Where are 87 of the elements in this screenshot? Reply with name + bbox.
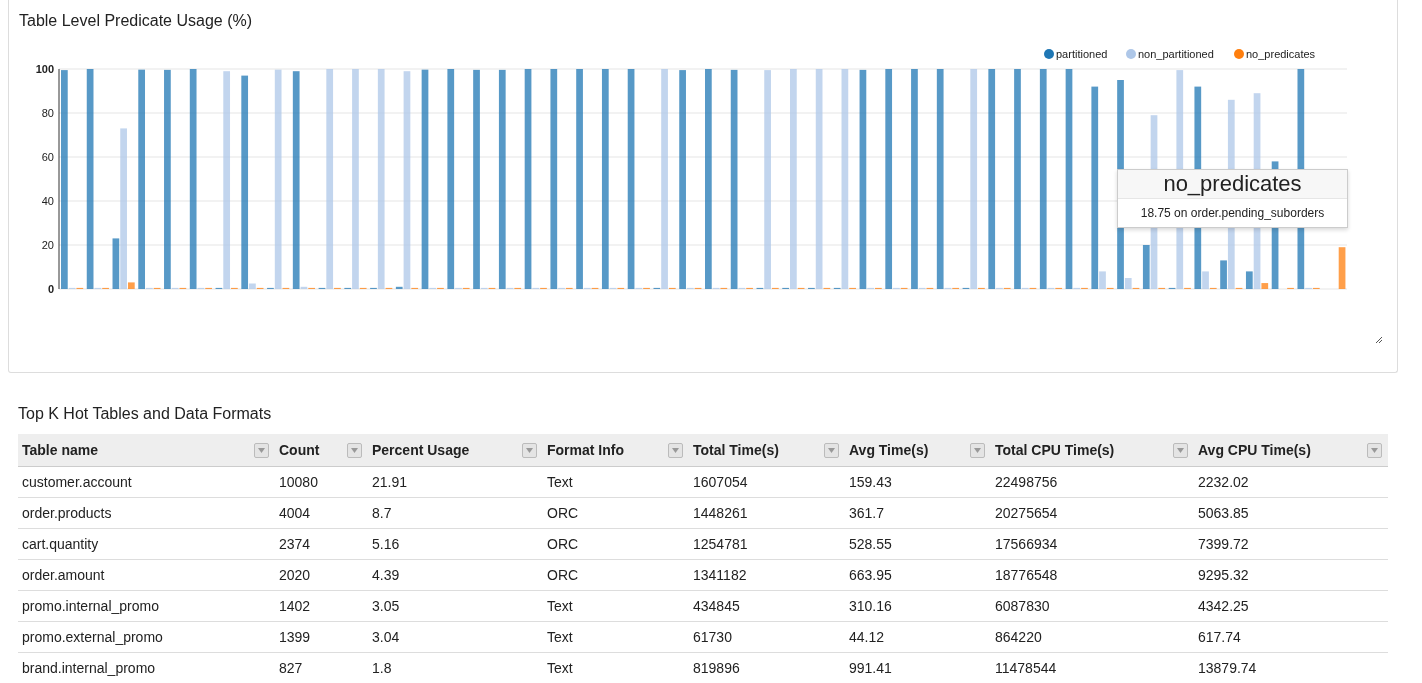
filter-icon[interactable]	[824, 442, 839, 458]
table-cell: Text	[543, 467, 689, 498]
table-cell: Text	[543, 622, 689, 653]
table-cell: 4004	[275, 498, 368, 529]
table-title: Top K Hot Tables and Data Formats	[18, 404, 273, 424]
table-cell: 159.43	[845, 467, 991, 498]
table-cell: 2374	[275, 529, 368, 560]
table-cell: 819896	[689, 653, 845, 683]
filter-icon[interactable]	[254, 442, 269, 458]
table-cell: 528.55	[845, 529, 991, 560]
table-cell: 44.12	[845, 622, 991, 653]
table-cell: 1402	[275, 591, 368, 622]
y-tick-label: 20	[41, 239, 54, 251]
table-cell: 8.7	[368, 498, 543, 529]
table-cell: 17566934	[991, 529, 1194, 560]
table-cell: 7399.72	[1194, 529, 1388, 560]
table-cell: 10080	[275, 467, 368, 498]
table-cell: 1254781	[689, 529, 845, 560]
y-tick-label: 60	[41, 151, 54, 163]
table-cell: 2020	[275, 560, 368, 591]
table-cell: 4.39	[368, 560, 543, 591]
y-tick-label: 80	[41, 107, 54, 119]
table-cell: 22498756	[991, 467, 1194, 498]
table-cell: 1607054	[689, 467, 845, 498]
table-cell: ORC	[543, 560, 689, 591]
table-cell: ORC	[543, 498, 689, 529]
table-cell: 2232.02	[1194, 467, 1388, 498]
y-tick-label: 40	[41, 195, 54, 207]
filter-icon[interactable]	[668, 442, 683, 458]
filter-icon[interactable]	[1173, 442, 1188, 458]
tooltip-title: no_predicates	[1118, 170, 1347, 199]
table-cell: promo.external_promo	[18, 622, 275, 653]
column-header[interactable]: Format Info	[543, 434, 689, 467]
filter-icon[interactable]	[347, 442, 362, 458]
table-cell: 1341182	[689, 560, 845, 591]
column-header[interactable]: Total Time(s)	[689, 434, 845, 467]
table-cell: 1.8	[368, 653, 543, 683]
table-cell: 6087830	[991, 591, 1194, 622]
table-cell: 434845	[689, 591, 845, 622]
filter-icon[interactable]	[970, 442, 985, 458]
filter-icon[interactable]	[522, 442, 537, 458]
column-header[interactable]: Avg CPU Time(s)	[1194, 434, 1388, 467]
table-cell: brand.internal_promo	[18, 653, 275, 683]
table-cell: Text	[543, 591, 689, 622]
column-header[interactable]: Total CPU Time(s)	[991, 434, 1194, 467]
legend-item[interactable]: non_partitioned	[1126, 48, 1214, 60]
table-cell: 617.74	[1194, 622, 1388, 653]
table-cell: 5.16	[368, 529, 543, 560]
table-cell: Text	[543, 653, 689, 683]
table-cell: order.amount	[18, 560, 275, 591]
table-cell: 663.95	[845, 560, 991, 591]
table-cell: 3.04	[368, 622, 543, 653]
table-cell: customer.account	[18, 467, 275, 498]
table-cell: 21.91	[368, 467, 543, 498]
table-cell: 310.16	[845, 591, 991, 622]
table-cell: 61730	[689, 622, 845, 653]
table-cell: 13879.74	[1194, 653, 1388, 683]
column-header[interactable]: Avg Time(s)	[845, 434, 991, 467]
chart-title: Table Level Predicate Usage (%)	[19, 11, 253, 31]
column-header[interactable]: Count	[275, 434, 368, 467]
column-header[interactable]: Percent Usage	[368, 434, 543, 467]
table-cell: 827	[275, 653, 368, 683]
tooltip-text: 18.75 on order.pending_suborders	[1139, 205, 1326, 222]
table-cell: 1399	[275, 622, 368, 653]
resize-handle-icon[interactable]	[1375, 336, 1383, 344]
legend-item[interactable]: partitioned	[1044, 48, 1108, 60]
table-cell: 991.41	[845, 653, 991, 683]
table-cell: 5063.85	[1194, 498, 1388, 529]
table-cell: promo.internal_promo	[18, 591, 275, 622]
y-tick-label: 0	[47, 283, 54, 295]
table-cell: 864220	[991, 622, 1194, 653]
legend-label: partitioned	[1056, 48, 1108, 60]
table-cell: 3.05	[368, 591, 543, 622]
table-cell: 4342.25	[1194, 591, 1388, 622]
column-header[interactable]: Table name	[18, 434, 275, 467]
filter-icon[interactable]	[1367, 442, 1382, 458]
legend-item[interactable]: no_predicates	[1234, 48, 1316, 60]
table-cell: cart.quantity	[18, 529, 275, 560]
table-cell: 20275654	[991, 498, 1194, 529]
y-tick-label: 100	[35, 63, 54, 75]
table-cell: ORC	[543, 529, 689, 560]
table-cell: 11478544	[991, 653, 1194, 683]
table-cell: order.products	[18, 498, 275, 529]
table-cell: 361.7	[845, 498, 991, 529]
table-cell: 18776548	[991, 560, 1194, 591]
table-cell: 9295.32	[1194, 560, 1388, 591]
table-cell: 1448261	[689, 498, 845, 529]
